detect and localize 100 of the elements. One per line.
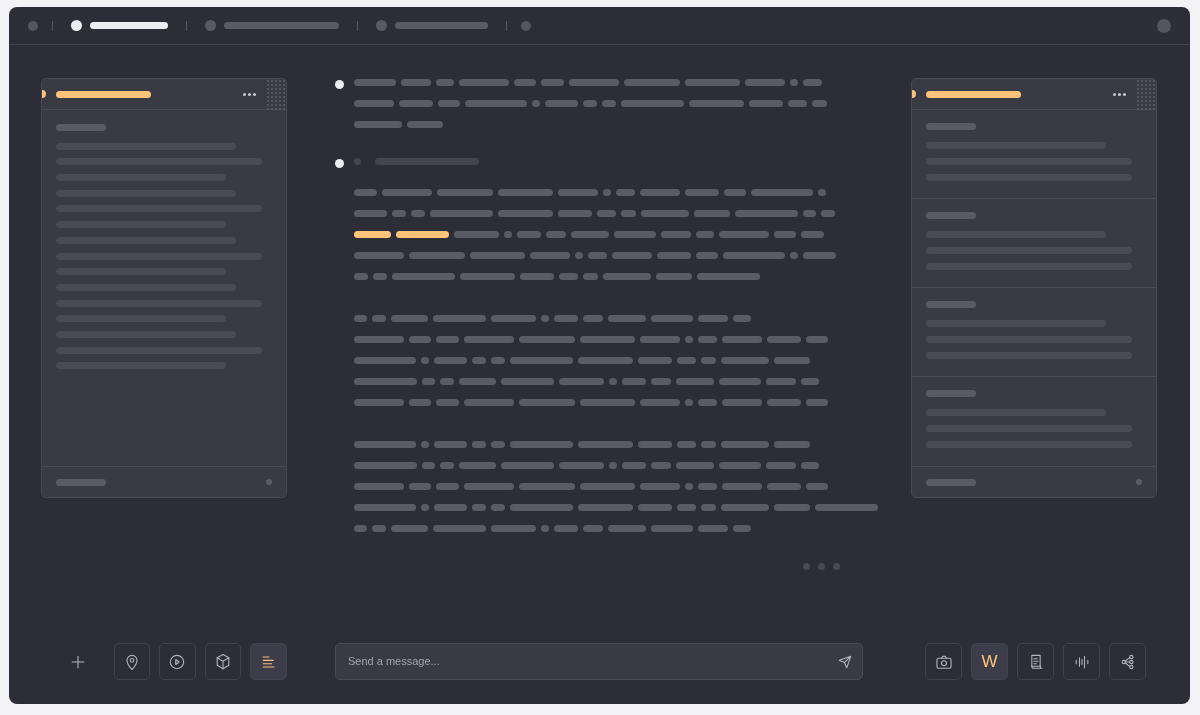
text-placeholder	[510, 441, 573, 448]
text-placeholder	[801, 231, 824, 238]
text-placeholder	[733, 525, 751, 532]
text-placeholder	[685, 79, 740, 86]
text-placeholder	[519, 336, 575, 343]
text-placeholder	[465, 100, 527, 107]
text-placeholder	[803, 79, 822, 86]
text-placeholder	[767, 336, 801, 343]
text-placeholder	[608, 525, 646, 532]
text-placeholder	[472, 441, 486, 448]
toolbar-button[interactable]	[925, 643, 962, 680]
text-placeholder	[806, 336, 828, 343]
text-placeholder	[498, 210, 553, 217]
text-placeholder	[545, 100, 578, 107]
text-placeholder	[459, 462, 496, 469]
text-placeholder	[640, 399, 680, 406]
text-placeholder	[464, 399, 514, 406]
text-placeholder	[821, 210, 835, 217]
text-placeholder	[583, 273, 598, 280]
text-placeholder	[661, 231, 691, 238]
text-placeholder	[640, 336, 680, 343]
text-placeholder	[546, 231, 566, 238]
message-input[interactable]: Send a message...	[346, 652, 838, 671]
text-placeholder	[433, 525, 486, 532]
text-placeholder	[638, 441, 672, 448]
text-placeholder	[774, 504, 810, 511]
text-placeholder	[409, 399, 431, 406]
text-placeholder	[608, 315, 646, 322]
status-dot	[1136, 479, 1142, 485]
text-placeholder	[651, 315, 693, 322]
text-placeholder	[801, 378, 819, 385]
text-placeholder	[354, 121, 402, 128]
text-placeholder	[676, 462, 714, 469]
toolbar-button[interactable]	[1109, 643, 1146, 680]
text-placeholder	[733, 315, 751, 322]
text-placeholder	[597, 210, 616, 217]
text-placeholder	[677, 504, 696, 511]
text-placeholder	[354, 336, 404, 343]
toolbar-button[interactable]	[159, 643, 196, 680]
text-placeholder	[558, 210, 592, 217]
text-placeholder	[354, 462, 417, 469]
toolbar-button[interactable]	[250, 643, 287, 680]
text-placeholder	[401, 79, 431, 86]
text-placeholder	[698, 336, 717, 343]
toolbar-button[interactable]	[204, 643, 242, 680]
text-placeholder	[472, 357, 486, 364]
text-placeholder	[694, 210, 730, 217]
text-placeholder	[372, 525, 386, 532]
text-placeholder	[391, 525, 428, 532]
text-placeholder	[689, 100, 744, 107]
more-icon[interactable]	[1113, 92, 1126, 96]
text-placeholder	[774, 441, 810, 448]
text-placeholder	[472, 504, 486, 511]
text-placeholder	[575, 252, 583, 259]
text-placeholder	[622, 378, 646, 385]
text-placeholder	[434, 504, 467, 511]
text-placeholder	[685, 189, 719, 196]
toolbar-button[interactable]: W	[971, 643, 1008, 680]
message-bullet	[335, 159, 344, 168]
text-placeholder	[583, 315, 603, 322]
text-placeholder	[391, 315, 428, 322]
text-placeholder	[578, 441, 633, 448]
text-placeholder	[609, 462, 617, 469]
tab[interactable]	[71, 20, 168, 31]
text-placeholder	[504, 231, 512, 238]
text-placeholder	[698, 399, 717, 406]
text-placeholder	[806, 399, 828, 406]
send-icon[interactable]	[838, 654, 852, 669]
text-placeholder	[735, 210, 798, 217]
text-placeholder	[721, 357, 769, 364]
resize-grip[interactable]	[266, 79, 286, 110]
text-placeholder	[440, 378, 454, 385]
message-field[interactable]: Send a message...	[335, 643, 863, 680]
text-placeholder	[437, 189, 493, 196]
resize-grip[interactable]	[1136, 79, 1156, 110]
text-placeholder	[698, 483, 717, 490]
toolbar-button[interactable]	[1017, 643, 1054, 680]
window-dot	[1157, 18, 1171, 33]
toolbar-button[interactable]	[1063, 643, 1100, 680]
toolbar-button[interactable]	[113, 643, 151, 680]
more-icon[interactable]	[243, 92, 256, 96]
text-placeholder	[640, 189, 680, 196]
text-placeholder	[641, 210, 689, 217]
text-placeholder	[501, 462, 554, 469]
text-placeholder	[723, 252, 785, 259]
text-placeholder	[774, 231, 796, 238]
text-placeholder	[519, 483, 575, 490]
text-placeholder	[571, 231, 609, 238]
text-placeholder	[56, 478, 106, 486]
text-placeholder	[701, 504, 716, 511]
text-placeholder	[685, 483, 693, 490]
text-placeholder	[436, 79, 454, 86]
text-placeholder	[436, 399, 459, 406]
text-placeholder	[749, 100, 783, 107]
text-placeholder	[614, 231, 656, 238]
text-placeholder	[657, 252, 691, 259]
text-placeholder	[382, 189, 432, 196]
text-placeholder	[541, 525, 549, 532]
status-dot	[266, 479, 272, 485]
text-placeholder	[696, 252, 718, 259]
